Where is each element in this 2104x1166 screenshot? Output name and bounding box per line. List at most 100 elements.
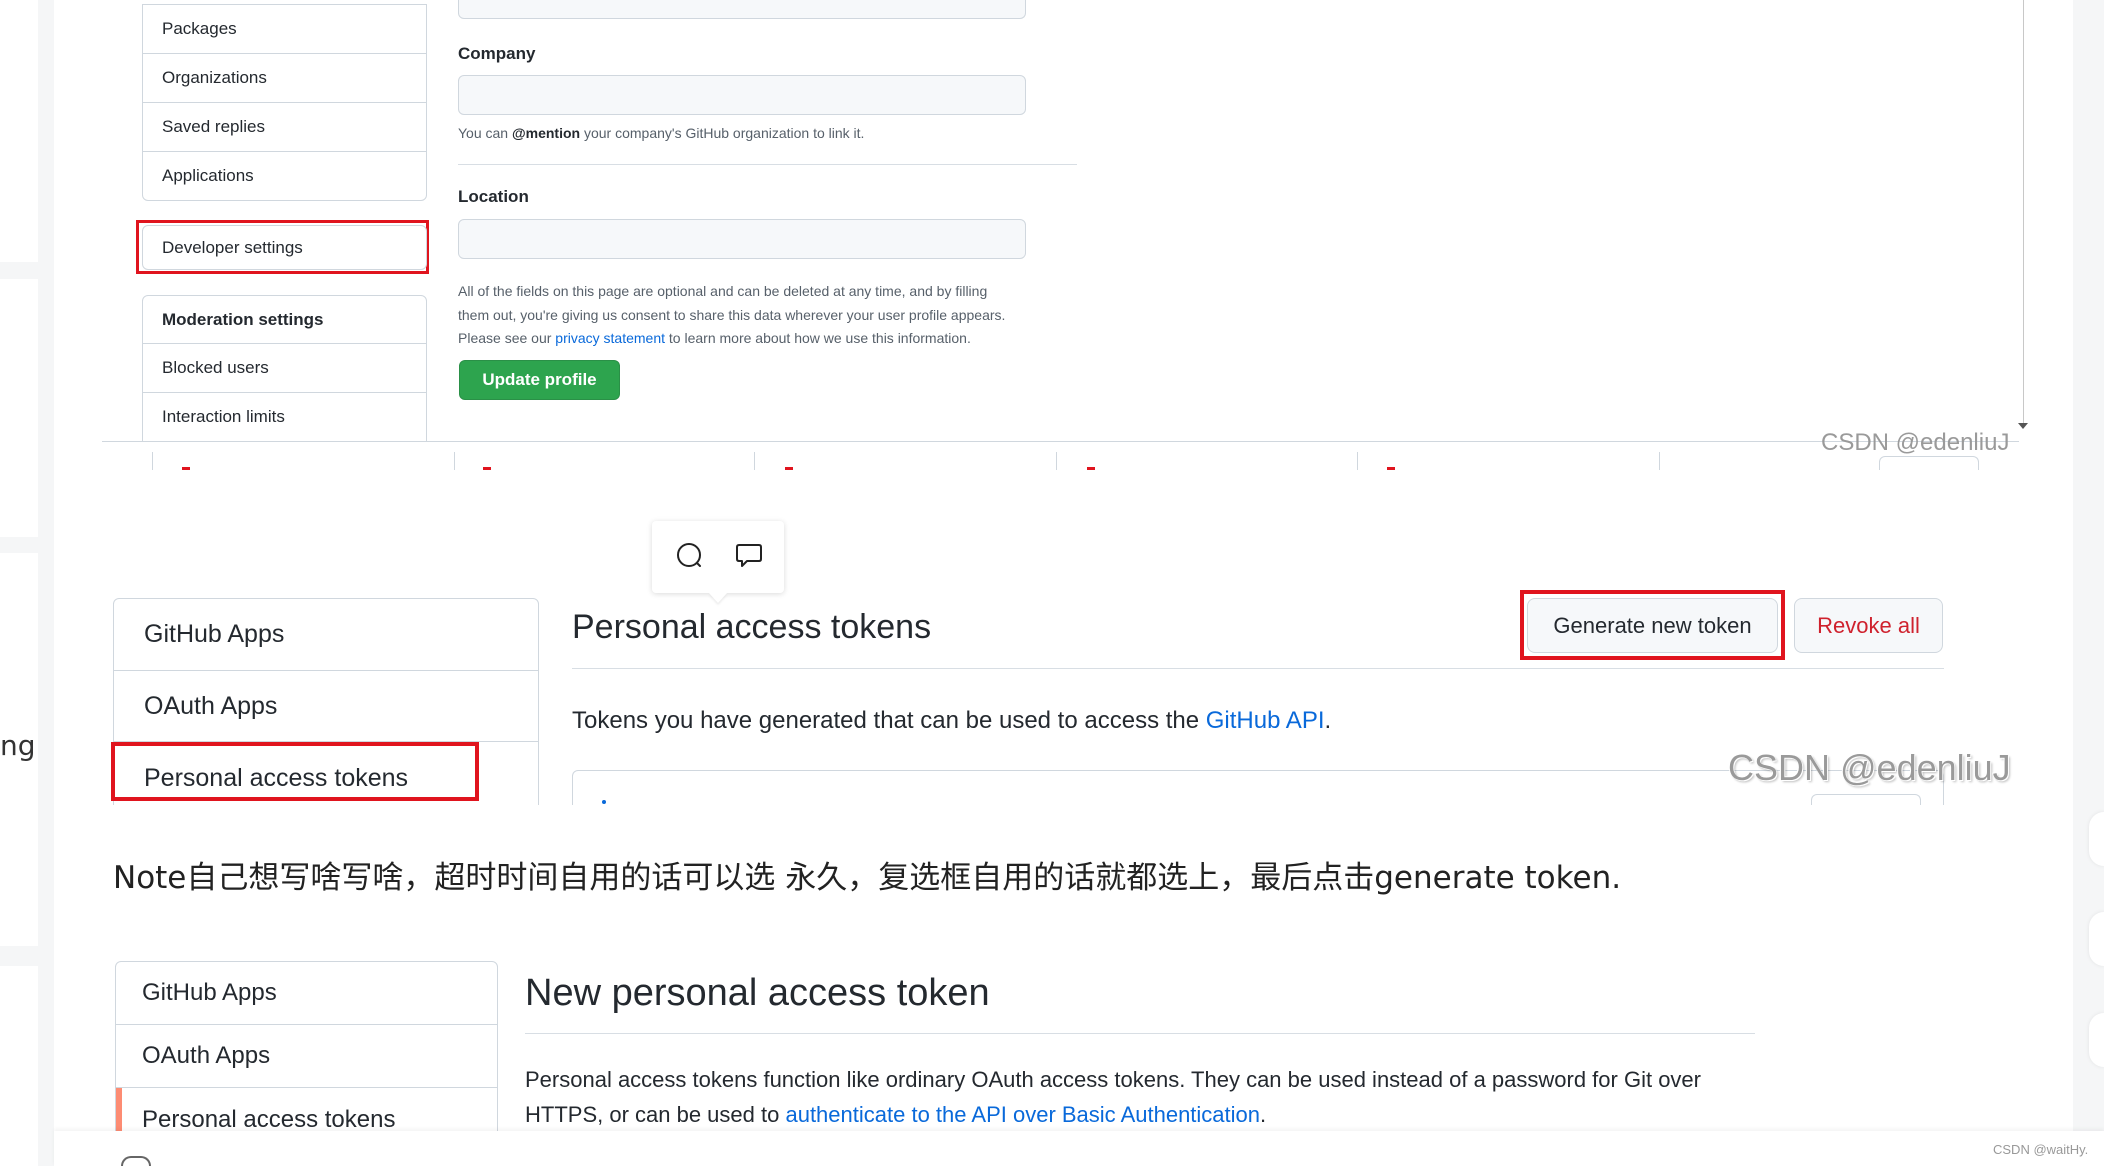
watermark: CSDN @edenliuJ [1821,429,2010,456]
sidebar-item-oauth-apps[interactable]: OAuth Apps [116,1025,497,1088]
watermark: CSDN @edenliuJ [1728,747,2011,788]
moderation-settings-nav: Moderation settings Blocked users Intera… [142,295,427,442]
tokens-description: Tokens you have generated that can be us… [572,705,1331,737]
button-label: Update profile [482,370,597,389]
sidebar-item-personal-access-tokens-active[interactable]: Personal access tokens [116,1088,497,1131]
tab-divider [1357,452,1358,470]
company-help-text: You can @mention your company's GitHub o… [458,124,864,142]
sidebar-item-packages[interactable]: Packages [143,5,426,54]
disclaimer-line: All of the fields on this page are optio… [458,283,988,299]
token-status-dot [602,800,606,804]
footer-watermark: CSDN @waitHy. [1993,1142,2089,1157]
description-text: Tokens you have generated that can be us… [572,707,1206,734]
page-title: Personal access tokens [572,608,932,646]
help-text: You can [458,125,512,141]
sidebar-item-label: Developer settings [162,238,303,257]
disclaimer-text: Please see our [458,330,556,346]
new-token-description: Personal access tokens function like ord… [525,1062,1701,1131]
red-mark [483,467,491,470]
sidebar-item-label: OAuth Apps [142,1042,271,1069]
partial-button[interactable] [1879,456,1979,470]
profile-disclaimer: All of the fields on this page are optio… [458,280,1005,351]
company-field[interactable] [458,75,1026,115]
disclaimer-line: Please see our privacy statement to lear… [458,327,1005,351]
sidebar-item-github-apps[interactable]: GitHub Apps [116,962,497,1025]
location-label: Location [458,187,529,206]
sidebar-item-oauth-apps[interactable]: OAuth Apps [114,671,538,742]
help-text: your company's GitHub organization to li… [580,125,865,141]
page-title: New personal access token [525,972,990,1014]
toolbar-pointer [709,593,727,603]
sidebar-item-label: Personal access tokens [142,1106,396,1131]
sidebar-item-label: Saved replies [162,117,266,136]
title-divider [525,1033,1755,1034]
article-paragraph: Note自己想写啥写啥，超时时间自用的话可以选 永久，复选框自用的话就都选上，最… [113,860,1622,896]
description-text: . [1324,707,1332,734]
moderation-settings-header[interactable]: Moderation settings [143,296,426,344]
tab-divider [454,452,455,470]
company-label: Company [458,44,536,63]
active-indicator [116,1088,122,1131]
red-mark [1387,467,1395,470]
sidebar-item-label: Packages [162,19,237,38]
comment-icon[interactable] [733,540,765,572]
sidebar-item-blocked-users[interactable]: Blocked users [143,344,426,393]
red-mark [785,467,793,470]
floating-action-button[interactable] [2089,912,2104,966]
sidebar-item-label: Interaction limits [162,407,285,426]
red-mark [1087,467,1095,470]
floating-action-button[interactable] [2089,812,2104,866]
screenshot-new-token: GitHub Apps OAuth Apps Personal access t… [0,955,2073,1131]
location-field[interactable] [458,219,1026,259]
sidebar-item-saved-replies[interactable]: Saved replies [143,103,426,152]
button-label: Generate new token [1553,613,1752,638]
update-profile-button[interactable]: Update profile [459,360,620,400]
selection-toolbar [652,521,784,593]
red-mark [182,467,190,470]
sidebar-item-label: OAuth Apps [144,692,278,720]
settings-sidebar-nav: Packages Organizations Saved replies App… [142,4,427,201]
sidebar-item-label: GitHub Apps [144,620,285,648]
sidebar-item-label: Applications [162,166,254,185]
avatar[interactable] [121,1156,151,1166]
basic-auth-link[interactable]: authenticate to the API over Basic Authe… [785,1102,1260,1127]
sidebar-item-organizations[interactable]: Organizations [143,54,426,103]
screenshot-personal-access-tokens: GitHub Apps OAuth Apps Personal access t… [0,505,2073,805]
sidebar-item-label: Blocked users [162,358,269,377]
tab-divider [1056,452,1057,470]
partial-button[interactable] [1811,794,1921,805]
tab-divider [152,452,153,470]
bottom-toolbar: CSDN @waitHy. [54,1131,2104,1166]
sidebar-item-interaction-limits[interactable]: Interaction limits [143,393,426,441]
description-line: HTTPS, or can be used to authenticate to… [525,1097,1701,1131]
screenshot-bottom-edge [102,441,2019,442]
tab-divider [1659,452,1660,470]
screenshot-profile-settings: Packages Organizations Saved replies App… [0,0,2073,470]
button-label: Revoke all [1817,613,1920,638]
scrollbar-track[interactable] [2023,0,2024,425]
description-line: Personal access tokens function like ord… [525,1067,1701,1092]
form-divider [458,164,1077,165]
generate-new-token-button[interactable]: Generate new token [1527,598,1778,653]
github-api-link[interactable]: GitHub API [1206,707,1325,734]
tab-divider [754,452,755,470]
sidebar-item-label: Organizations [162,68,267,87]
highlight-box-personal-access-tokens [111,742,479,801]
sidebar-item-applications[interactable]: Applications [143,152,426,200]
blog-page: ng Packages Organizations Saved replies … [0,0,2104,1166]
scroll-down-arrow-icon[interactable] [2018,423,2028,429]
floating-action-button[interactable] [2089,1013,2104,1067]
description-text: . [1260,1102,1267,1127]
profile-field-partial[interactable] [458,0,1026,19]
title-divider [572,668,1944,669]
disclaimer-line: them out, you're giving us consent to sh… [458,306,1006,323]
disclaimer-text: to learn more about how we use this info… [665,330,971,346]
sidebar-item-developer-settings[interactable]: Developer settings [142,225,427,270]
sidebar-header-label: Moderation settings [162,310,324,329]
revoke-all-button[interactable]: Revoke all [1794,598,1943,653]
description-text: HTTPS, or can be used to [525,1102,786,1127]
search-icon[interactable] [674,540,706,572]
sidebar-item-github-apps[interactable]: GitHub Apps [114,599,538,671]
privacy-statement-link[interactable]: privacy statement [555,330,665,346]
sidebar-item-label: GitHub Apps [142,979,277,1006]
